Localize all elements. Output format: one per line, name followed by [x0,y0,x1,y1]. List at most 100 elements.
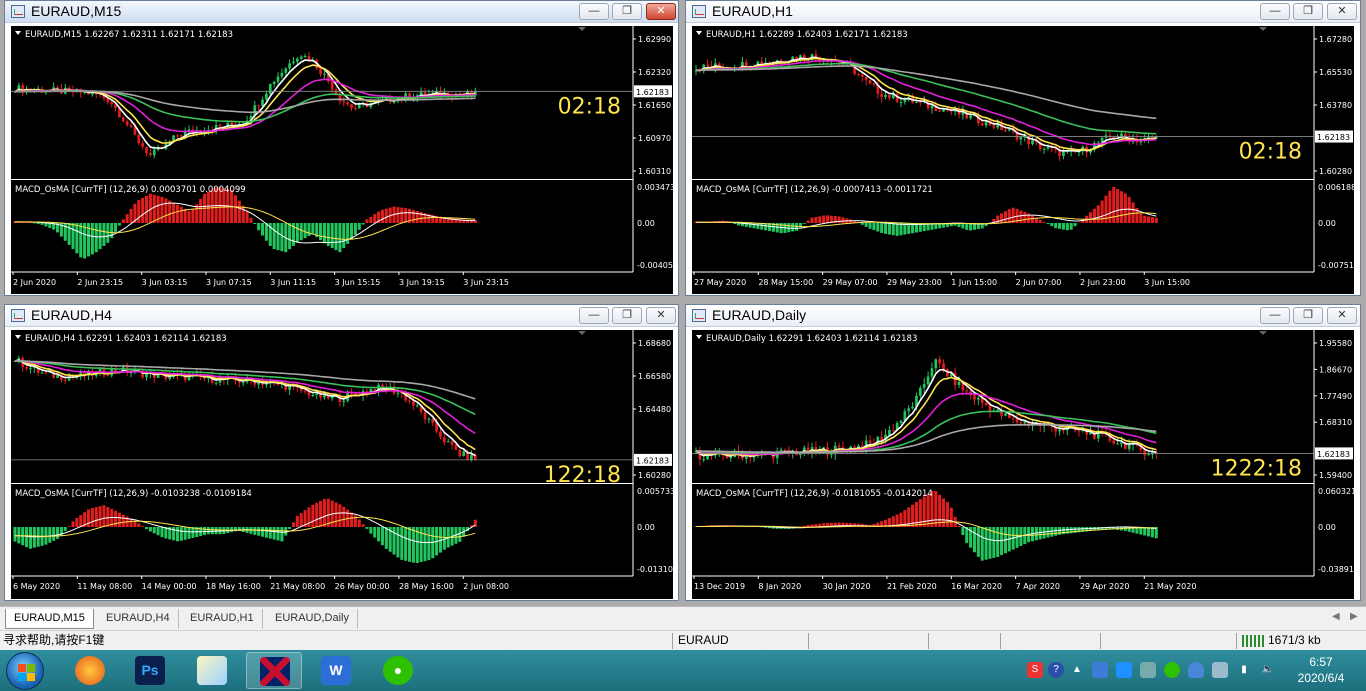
close-button[interactable]: ✕ [646,307,676,324]
histogram-bar [257,527,261,536]
shield-icon[interactable] [1188,662,1204,678]
candle-body [911,406,914,409]
security-check-icon[interactable] [1212,662,1228,678]
chart-window-m15[interactable]: EURAUD,M15 — ❐ ✕ 1.62183 1.62990 1.62320 1.… [4,0,679,296]
title-bar[interactable]: EURAUD,M15 — ❐ ✕ [5,1,678,23]
candle-body [354,108,357,110]
histogram-bar [206,527,210,535]
price-axis-label: 1.62320 [638,68,671,77]
histogram-bar [334,502,338,527]
chart-canvas[interactable]: 1.62183 1.95580 1.86670 1.77490 1.68310 1.594… [692,330,1354,599]
taskbar-paint[interactable] [184,652,240,689]
histogram-bar [315,502,319,527]
tab-euraud-h1[interactable]: EURAUD,H1 [182,609,263,629]
histogram-bar [1116,189,1120,223]
time-axis-label: 16 Mar 2020 [951,582,1002,591]
histogram-bar [400,207,404,223]
candle-body [462,451,466,457]
chart-canvas[interactable]: 1.62183 1.68680 1.66580 1.64480 1.60280 EURAU… [11,330,673,599]
restore-button[interactable]: ❐ [612,307,642,324]
histogram-bar [71,223,75,250]
histogram-bar [357,223,361,230]
taskbar-wechat[interactable]: ● [370,652,426,689]
histogram-bar [83,223,87,259]
start-button[interactable] [6,652,44,690]
histogram-bar [90,508,94,527]
histogram-bar [988,527,992,559]
candle-body [907,408,911,412]
gear-icon[interactable] [1140,662,1156,678]
title-bar[interactable]: EURAUD,Daily — ❐ ✕ [686,305,1360,327]
histogram-bar [13,527,17,542]
chart-canvas[interactable]: 1.62183 1.67280 1.65530 1.63780 1.60280 EURAU… [692,26,1354,294]
taskbar-photoshop[interactable]: Ps [122,652,178,689]
chart-window-h4[interactable]: EURAUD,H4 — ❐ ✕ 1.62183 1.68680 1.66580 1.6… [4,304,679,601]
tray-expand-icon[interactable]: ▲ [1069,662,1085,678]
chart-canvas[interactable]: 1.62183 1.62990 1.62320 1.61650 1.60970 1.603… [11,26,673,294]
candle-body [783,449,787,451]
scroll-left-icon[interactable]: ◀ [1332,611,1340,622]
restore-button[interactable]: ❐ [1293,307,1323,324]
minimize-button[interactable]: — [1260,307,1290,324]
histogram-bar [28,527,33,549]
title-bar[interactable]: EURAUD,H4 — ❐ ✕ [5,305,678,327]
histogram-bar [1023,211,1027,223]
scroll-right-icon[interactable]: ▶ [1350,611,1358,622]
minimize-button[interactable]: — [1260,3,1290,20]
chart-window-daily[interactable]: EURAUD,Daily — ❐ ✕ 1.62183 1.95580 1.86670… [685,304,1361,601]
help-icon[interactable]: ? [1048,662,1064,678]
taskbar-firefox[interactable] [62,652,118,689]
clock-time: 6:57 [1309,655,1333,669]
histogram-bar [261,223,265,236]
indicator-header: MACD_OsMA [CurrTF] (12,26,9) -0.0103238 … [15,489,252,499]
cube-icon[interactable] [1116,662,1132,678]
histogram-bar [365,219,369,223]
histogram-bar [957,525,961,527]
system-clock[interactable]: 6:57 2020/6/4 [1286,654,1356,686]
chart-window-h1[interactable]: EURAUD,H1 — ❐ ✕ 1.62183 1.67280 1.65530 1.6… [685,0,1361,296]
histogram-bar [183,208,187,223]
close-button[interactable]: ✕ [646,3,676,20]
candle-body [412,401,415,406]
restore-button[interactable]: ❐ [612,3,642,20]
histogram-bar [1038,219,1042,223]
network-drive-icon[interactable] [1092,662,1108,678]
taskbar-metatrader[interactable] [246,652,302,689]
minimize-button[interactable]: — [579,307,609,324]
candle-body [864,76,868,81]
time-axis-label: 11 May 08:00 [77,582,132,591]
volume-icon[interactable]: 🔈 [1260,662,1276,678]
histogram-bar [795,223,799,231]
restore-button[interactable]: ❐ [1293,3,1323,20]
candle-body [25,366,28,369]
candle-body [296,58,299,62]
title-bar[interactable]: EURAUD,H1 — ❐ ✕ [686,1,1360,23]
candle-body [938,110,942,112]
tab-euraud-m15[interactable]: EURAUD,M15 [5,609,94,629]
histogram-bar [160,527,164,538]
chart-background [11,26,673,294]
histogram-bar [1054,527,1058,536]
candle-body [431,418,435,423]
histogram-bar [1143,215,1147,223]
candle-body [268,84,272,94]
minimize-button[interactable]: — [579,3,609,20]
tab-euraud-h4[interactable]: EURAUD,H4 [98,609,179,629]
histogram-bar [868,223,872,229]
chart-header: EURAUD,H4 1.62291 1.62403 1.62114 1.6218… [25,334,227,344]
candle-body [381,384,384,387]
sogou-icon[interactable]: S [1027,662,1043,678]
candle-body [129,125,133,127]
tab-euraud-daily[interactable]: EURAUD,Daily [267,609,358,629]
taskbar-wps-writer[interactable]: W [308,652,364,689]
histogram-bar [822,215,826,223]
wechat-tray-icon[interactable] [1164,662,1180,678]
candle-body [334,89,338,95]
histogram-bar [144,527,149,530]
histogram-bar [1131,202,1135,223]
close-button[interactable]: ✕ [1327,307,1357,324]
candle-body [706,64,709,67]
signal-icon[interactable]: ▮ [1236,662,1252,678]
histogram-bar [1061,527,1065,535]
close-button[interactable]: ✕ [1327,3,1357,20]
